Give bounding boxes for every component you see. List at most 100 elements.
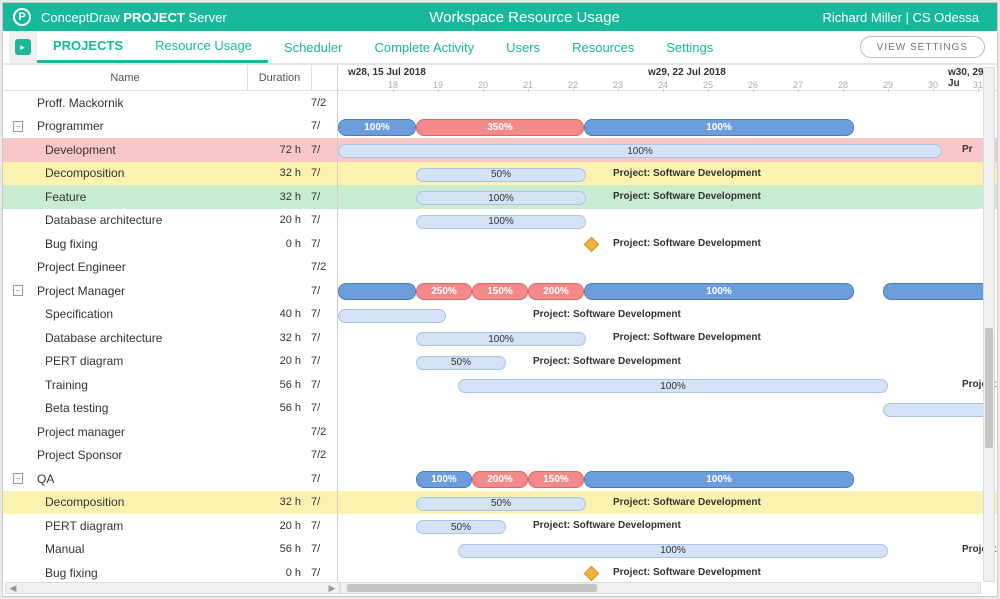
timeline-row: 50%Project: Software Development bbox=[338, 350, 997, 374]
list-row[interactable]: −QA7/ bbox=[3, 467, 337, 491]
list-row[interactable]: Training56 h7/ bbox=[3, 373, 337, 397]
row-date: 7/ bbox=[311, 543, 337, 555]
list-row[interactable]: Development72 h7/ bbox=[3, 138, 337, 162]
timeline-row: 100% Pr bbox=[338, 138, 997, 162]
expand-toggle[interactable]: − bbox=[3, 473, 33, 484]
sidebar-toggle[interactable]: ▸ bbox=[9, 31, 37, 63]
day-tick: 23 bbox=[613, 80, 623, 90]
row-duration: 32 h bbox=[247, 191, 311, 203]
allocation-segment[interactable]: 100% bbox=[584, 119, 854, 136]
task-bar[interactable]: 100% bbox=[416, 332, 586, 346]
allocation-segment[interactable]: 150% bbox=[472, 283, 528, 300]
list-row[interactable]: PERT diagram20 h7/ bbox=[3, 350, 337, 374]
list-row[interactable]: Proff. Mackornik7/2 bbox=[3, 91, 337, 115]
row-name: Database architecture bbox=[33, 213, 247, 227]
task-bar[interactable]: 100% bbox=[458, 544, 888, 558]
allocation-segment[interactable]: 200% bbox=[528, 283, 584, 300]
task-bar[interactable] bbox=[883, 403, 993, 417]
row-name: Feature bbox=[33, 190, 247, 204]
row-name: PERT diagram bbox=[33, 354, 247, 368]
tab-projects[interactable]: PROJECTS bbox=[37, 31, 139, 63]
allocation-segment[interactable]: 100% bbox=[338, 119, 416, 136]
row-name: Bug fixing bbox=[33, 566, 247, 580]
row-date: 7/ bbox=[311, 120, 337, 132]
milestone-diamond-icon[interactable] bbox=[584, 566, 600, 582]
col-header-date[interactable] bbox=[311, 65, 337, 91]
allocation-segment[interactable]: 100% bbox=[584, 471, 854, 488]
list-row[interactable]: Specification40 h7/ bbox=[3, 303, 337, 327]
task-label: Pr bbox=[962, 144, 973, 155]
timeline-row bbox=[338, 420, 997, 444]
timeline-row: 50% Project: Software Development bbox=[338, 491, 997, 515]
task-bar[interactable]: 100% bbox=[416, 215, 586, 229]
tab-resource-usage[interactable]: Resource Usage bbox=[139, 31, 268, 63]
tab-complete-activity[interactable]: Complete Activity bbox=[358, 31, 490, 63]
timeline-row: 50% Project: Software Development bbox=[338, 514, 997, 538]
tab-resources[interactable]: Resources bbox=[556, 31, 650, 63]
row-date: 7/ bbox=[311, 167, 337, 179]
right-horizontal-scrollbar[interactable] bbox=[340, 582, 981, 594]
list-row[interactable]: PERT diagram20 h7/ bbox=[3, 514, 337, 538]
row-name: Project Manager bbox=[33, 284, 247, 298]
list-row[interactable]: Manual56 h7/ bbox=[3, 538, 337, 562]
left-horizontal-scrollbar[interactable]: ◀▶ bbox=[5, 582, 340, 594]
allocation-segment[interactable]: 100% bbox=[416, 471, 472, 488]
day-tick: 18 bbox=[388, 80, 398, 90]
timeline-row: 100%350%100% bbox=[338, 115, 997, 139]
user-label[interactable]: Richard Miller | CS Odessa bbox=[822, 10, 979, 25]
expand-toggle[interactable]: − bbox=[3, 121, 33, 132]
list-row[interactable]: Decomposition32 h7/ bbox=[3, 162, 337, 186]
expand-toggle[interactable]: − bbox=[3, 285, 33, 296]
task-bar[interactable]: 50% bbox=[416, 356, 506, 370]
allocation-segment[interactable]: 100% bbox=[584, 283, 854, 300]
task-bar[interactable]: 50% bbox=[416, 497, 586, 511]
day-tick: 27 bbox=[793, 80, 803, 90]
allocation-segment[interactable] bbox=[883, 283, 993, 300]
tab-scheduler[interactable]: Scheduler bbox=[268, 31, 359, 63]
list-row[interactable]: Decomposition32 h7/ bbox=[3, 491, 337, 515]
list-row[interactable]: Beta testing56 h7/ bbox=[3, 397, 337, 421]
task-bar[interactable]: 50% bbox=[416, 168, 586, 182]
allocation-segment[interactable]: 250% bbox=[416, 283, 472, 300]
vertical-scrollbar[interactable] bbox=[983, 67, 995, 582]
list-row[interactable]: Bug fixing0 h7/ bbox=[3, 232, 337, 256]
list-row[interactable]: −Project Manager7/ bbox=[3, 279, 337, 303]
task-bar[interactable]: 100% bbox=[416, 191, 586, 205]
view-settings-button[interactable]: VIEW SETTINGS bbox=[860, 36, 985, 58]
row-name: Project manager bbox=[33, 425, 247, 439]
list-row[interactable]: −Programmer7/ bbox=[3, 115, 337, 139]
row-name: Decomposition bbox=[33, 166, 247, 180]
allocation-segment[interactable]: 200% bbox=[472, 471, 528, 488]
list-row[interactable]: Database architecture20 h7/ bbox=[3, 209, 337, 233]
milestone-diamond-icon[interactable] bbox=[584, 237, 600, 253]
task-label: Project: Software Development bbox=[533, 520, 681, 531]
task-label: Project: Software Development bbox=[613, 497, 761, 508]
col-header-duration[interactable]: Duration bbox=[247, 65, 311, 91]
tab-settings[interactable]: Settings bbox=[650, 31, 729, 63]
allocation-segment[interactable]: 350% bbox=[416, 119, 584, 136]
app-logo-icon: P bbox=[13, 8, 31, 26]
row-duration: 56 h bbox=[247, 543, 311, 555]
list-row[interactable]: Feature32 h7/ bbox=[3, 185, 337, 209]
allocation-segment[interactable] bbox=[338, 283, 416, 300]
allocation-segment[interactable]: 150% bbox=[528, 471, 584, 488]
list-row[interactable]: Project Engineer7/2 bbox=[3, 256, 337, 280]
list-row[interactable]: Project manager7/2 bbox=[3, 420, 337, 444]
row-name: Manual bbox=[33, 542, 247, 556]
list-row[interactable]: Project Sponsor7/2 bbox=[3, 444, 337, 468]
task-bar[interactable] bbox=[338, 309, 446, 323]
day-tick: 21 bbox=[523, 80, 533, 90]
tab-users[interactable]: Users bbox=[490, 31, 556, 63]
day-tick: 25 bbox=[703, 80, 713, 90]
col-header-name[interactable]: Name bbox=[3, 65, 247, 91]
list-row[interactable]: Bug fixing0 h7/ bbox=[3, 561, 337, 584]
week-label: w28, 15 Jul 2018 bbox=[348, 67, 426, 78]
row-date: 7/ bbox=[311, 238, 337, 250]
row-date: 7/ bbox=[311, 355, 337, 367]
list-row[interactable]: Database architecture32 h7/ bbox=[3, 326, 337, 350]
task-bar[interactable]: 100% bbox=[458, 379, 888, 393]
task-bar[interactable]: 100% bbox=[338, 144, 942, 158]
timeline-row bbox=[338, 256, 997, 280]
timeline-row: 100%Project: S bbox=[338, 373, 997, 397]
task-bar[interactable]: 50% bbox=[416, 520, 506, 534]
